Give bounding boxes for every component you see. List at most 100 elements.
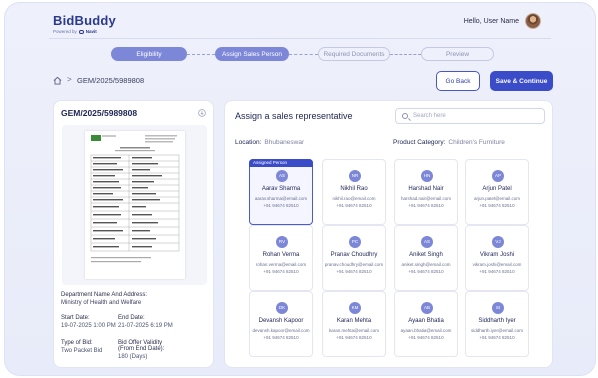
end-date-label: End Date: <box>118 315 145 321</box>
rep-email: siddharth.iyer@email.com <box>470 328 524 333</box>
breadcrumb-current: GEM/2025/5989808 <box>77 76 145 85</box>
rep-avatar: VJ <box>492 236 504 248</box>
navit-logo-icon <box>78 29 84 34</box>
step-connector <box>289 54 318 55</box>
sales-rep-card[interactable]: VJ Vikram Joshi vikram.joshi@email.com +91 … <box>465 225 529 291</box>
powered-by-label: Powered by <box>53 29 77 34</box>
rep-email: rohan.verma@email.com <box>255 262 307 267</box>
rep-email: nikhil.rao@email.com <box>332 196 376 201</box>
rep-avatar: RV <box>276 236 288 248</box>
rep-name: Harshad Nair <box>408 186 444 192</box>
rep-avatar: PC <box>349 236 361 248</box>
rep-name: Arjun Patel <box>482 186 512 192</box>
search-input[interactable]: Search here <box>395 108 545 124</box>
sales-rep-card[interactable]: DK Devansh Kapoor devansh.kapoor@email.com… <box>249 291 313 357</box>
start-date-label: Start Date: <box>61 315 90 321</box>
bid-type-value: Two Packet Bid <box>61 348 103 354</box>
rep-avatar: KM <box>349 302 361 314</box>
document-page-thumbnail <box>85 131 185 279</box>
rep-avatar: NR <box>349 170 361 182</box>
sales-rep-card[interactable]: PC Pranav Choudhry pranav.choudhry@email.c… <box>322 225 386 291</box>
rep-email: aniket.singh@email.com <box>401 262 451 267</box>
rep-phone: +91 94674 82510 <box>263 203 299 208</box>
bid-type: Type of Bid: Two Packet Bid <box>61 340 102 354</box>
rep-phone: +91 94674 82510 <box>408 203 444 208</box>
sales-rep-card[interactable]: AP Arjun Patel arjun.patel@email.com +91 94… <box>465 159 529 225</box>
location-value: Bhubaneswar <box>264 139 305 146</box>
rep-phone: +91 94674 82510 <box>336 335 372 340</box>
rep-name: Aniket Singh <box>409 252 443 258</box>
brand-logo[interactable]: BidBuddy <box>53 13 116 28</box>
rep-email: harshad.nair@email.com <box>400 196 452 201</box>
sales-rep-card[interactable]: RV Rohan Verma rohan.verma@email.com +91 94… <box>249 225 313 291</box>
sales-rep-card[interactable]: Assigned Person AS Aarav Sharma aarav.sharm… <box>249 159 313 225</box>
download-icon[interactable] <box>198 109 206 117</box>
rep-name: Aarav Sharma <box>261 186 301 192</box>
sales-rep-card[interactable]: AS Aniket Singh aniket.singh@email.com +91 … <box>394 225 458 291</box>
rep-name: Devansh Kapoor <box>258 318 304 324</box>
rep-phone: +91 94674 82510 <box>408 335 444 340</box>
document-content-thumbnail <box>90 135 180 263</box>
rep-name: Siddharth Iyer <box>478 318 516 324</box>
location: Location: Bhubaneswar <box>235 139 304 146</box>
user-avatar[interactable] <box>525 13 541 29</box>
step-eligibility[interactable]: Eligibility <box>111 47 187 61</box>
end-date-value: 21-07-2025 6:19 PM <box>118 323 173 329</box>
rep-name: Pranav Choudhry <box>330 252 378 258</box>
step-required-documents[interactable]: Required Documents <box>318 47 390 61</box>
user-greeting: Hello, User Name <box>463 18 519 25</box>
rep-avatar: AB <box>421 302 433 314</box>
sales-rep-card[interactable]: HN Harshad Nair harshad.nair@email.com +91 … <box>394 159 458 225</box>
rep-avatar: HN <box>421 170 433 182</box>
rep-email: karan.mehta@email.com <box>328 328 380 333</box>
rep-avatar: AS <box>421 236 433 248</box>
rep-phone: +91 94674 82510 <box>479 335 515 340</box>
assign-panel: Assign a sales representative Search her… <box>224 100 553 368</box>
bid-validity: Bid Offer Validity (From End Date): 180 … <box>118 340 164 360</box>
department-label: Department Name And Address: <box>61 292 148 298</box>
powered-by: Powered by Navit <box>53 29 116 34</box>
sales-rep-card[interactable]: KM Karan Mehta karan.mehta@email.com +91 94… <box>322 291 386 357</box>
sales-rep-card[interactable]: SI Siddharth Iyer siddharth.iyer@email.com… <box>465 291 529 357</box>
rep-name: Karan Mehta <box>336 318 372 324</box>
breadcrumb-separator: > <box>67 75 72 84</box>
sales-rep-card[interactable]: NR Nikhil Rao nikhil.rao@email.com +91 9467… <box>322 159 386 225</box>
document-preview[interactable] <box>62 125 207 285</box>
start-date-value: 19-07-2025 1:00 PM <box>61 323 116 329</box>
step-assign-sales-person[interactable]: Assign Sales Person <box>215 47 289 61</box>
rep-email: pranav.choudhry@email.com <box>324 262 384 267</box>
home-icon[interactable] <box>53 76 62 85</box>
rep-email: ayaan.bhatia@email.com <box>400 328 452 333</box>
search-icon <box>402 113 408 119</box>
powered-by-company: Navit <box>85 29 97 34</box>
brand: BidBuddy Powered by Navit <box>53 13 116 34</box>
end-date: End Date: 21-07-2025 6:19 PM <box>118 315 173 329</box>
rep-avatar: SI <box>492 302 504 314</box>
location-label: Location: <box>235 139 262 146</box>
assigned-person-tag: Assigned Person <box>249 159 313 167</box>
bid-validity-label-2: (From End Date): <box>118 346 165 352</box>
rep-email: devansh.kapoor@email.com <box>252 328 310 333</box>
save-continue-button[interactable]: Save & Continue <box>490 71 553 91</box>
rep-name: Ayaan Bhatia <box>408 318 444 324</box>
step-connector <box>187 54 215 55</box>
rep-phone: +91 94674 82510 <box>336 269 372 274</box>
start-date: Start Date: 19-07-2025 1:00 PM <box>61 315 116 329</box>
rep-avatar: DK <box>276 302 288 314</box>
rep-avatar: AP <box>492 170 504 182</box>
rep-name: Nikhil Rao <box>340 186 368 192</box>
bid-validity-value: 180 (Days) <box>118 354 148 360</box>
document-title: GEM/2025/5989808 <box>61 108 138 118</box>
department-value: Ministry of Health and Welfare <box>61 300 142 306</box>
rep-email: vikram.joshi@email.com <box>472 262 522 267</box>
rep-phone: +91 94674 82510 <box>479 269 515 274</box>
go-back-button[interactable]: Go Back <box>436 71 480 91</box>
rep-avatar: AS <box>276 170 288 182</box>
rep-email: arjun.patel@email.com <box>473 196 521 201</box>
header-divider <box>49 38 551 39</box>
rep-phone: +91 94674 82510 <box>263 269 299 274</box>
rep-email: aarav.sharma@email.com <box>254 196 308 201</box>
sales-rep-card[interactable]: AB Ayaan Bhatia ayaan.bhatia@email.com +91 … <box>394 291 458 357</box>
step-preview[interactable]: Preview <box>421 47 494 61</box>
rep-phone: +91 94674 82510 <box>408 269 444 274</box>
